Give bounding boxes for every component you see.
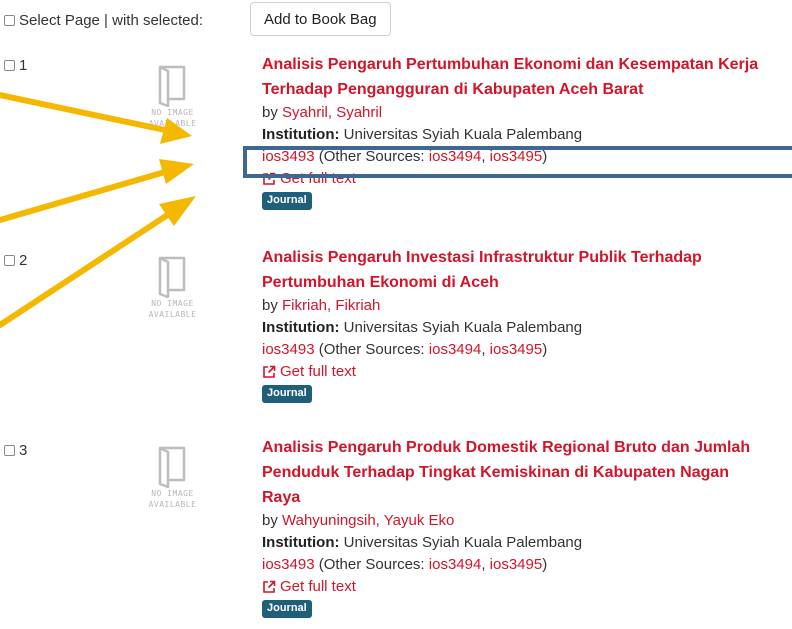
arrow-1-head xyxy=(160,118,192,144)
arrow-3 xyxy=(0,209,175,328)
arrow-2-head xyxy=(159,159,194,184)
arrow-2 xyxy=(0,169,168,223)
arrow-1 xyxy=(0,92,168,133)
arrow-3-head xyxy=(159,196,196,226)
annotation-arrows xyxy=(0,92,196,328)
